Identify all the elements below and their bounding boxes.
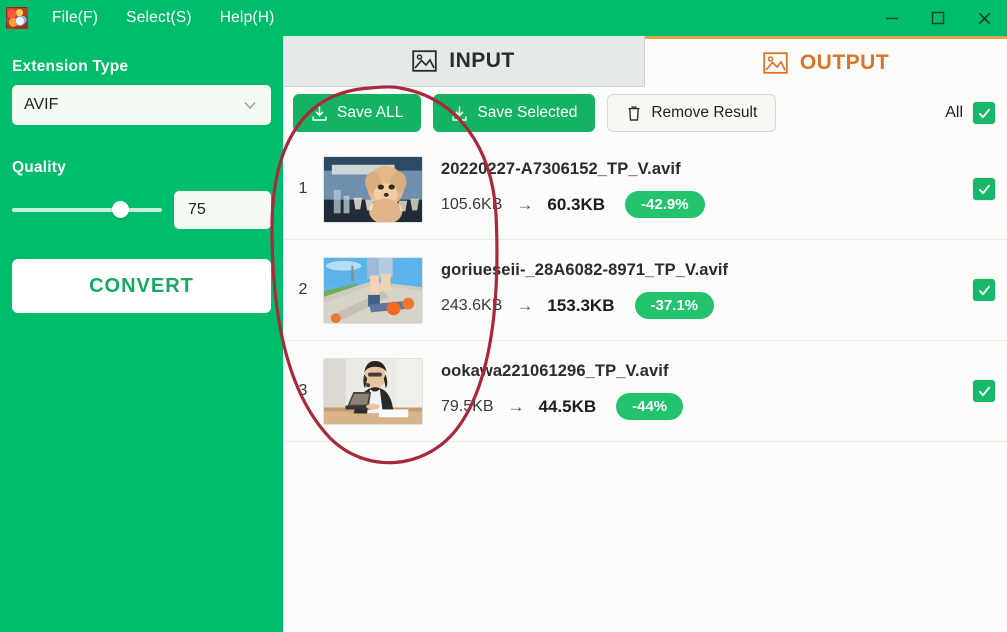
quality-slider-track xyxy=(12,208,162,212)
results-toolbar: Save ALL Save Selected Remove Result All xyxy=(283,87,1007,139)
row-checkbox[interactable] xyxy=(973,380,995,402)
size-before: 79.5KB xyxy=(441,397,494,415)
extension-type-select[interactable]: AVIF xyxy=(12,85,271,125)
tab-output-label: OUTPUT xyxy=(799,51,890,74)
check-icon xyxy=(978,386,990,396)
result-filename: 20220227-A7306152_TP_V.avif xyxy=(441,160,681,178)
row-info: ookawa221061296_TP_V.avif 79.5KB → 44.5K… xyxy=(423,362,973,420)
save-all-button[interactable]: Save ALL xyxy=(293,94,422,132)
settings-sidebar: Extension Type AVIF Quality 75 CONVERT xyxy=(0,36,283,632)
image-icon xyxy=(412,50,437,72)
size-after: 60.3KB xyxy=(547,194,606,214)
select-all-label: All xyxy=(945,104,963,121)
result-filename: ookawa221061296_TP_V.avif xyxy=(441,362,669,380)
table-row[interactable]: 1 20220227-A7306152_TP_V.avif 105.6KB → … xyxy=(283,139,1007,240)
image-icon xyxy=(763,52,788,74)
person-laptop-thumbnail xyxy=(323,357,423,425)
extension-type-label: Extension Type xyxy=(12,58,129,75)
quality-slider[interactable] xyxy=(12,199,162,221)
size-comparison: 105.6KB → 60.3KB -42.9% xyxy=(441,191,973,218)
size-after: 44.5KB xyxy=(538,396,597,416)
select-all-group: All xyxy=(945,102,995,124)
menu-help[interactable]: Help(H) xyxy=(206,4,289,32)
reduction-badge: -44% xyxy=(616,393,684,420)
trash-icon xyxy=(628,105,640,121)
tab-output[interactable]: OUTPUT xyxy=(645,36,1007,87)
row-checkbox-wrap xyxy=(973,178,995,200)
arrow-icon: → xyxy=(507,396,525,416)
row-index: 2 xyxy=(298,281,308,298)
arrow-icon: → xyxy=(516,295,534,315)
menu-file[interactable]: File(F) xyxy=(38,4,112,32)
download-icon xyxy=(312,106,327,121)
quality-label: Quality xyxy=(12,159,66,176)
row-info: goriueseii-_28A6082-8971_TP_V.avif 243.6… xyxy=(423,261,973,319)
window-controls xyxy=(869,0,1007,36)
save-all-label: Save ALL xyxy=(337,104,404,121)
select-all-checkbox[interactable] xyxy=(973,102,995,124)
minimize-button[interactable] xyxy=(869,0,915,36)
convert-button-label: CONVERT xyxy=(89,274,194,297)
table-row[interactable]: 3 ookawa221061296_TP_V.avif 79.5KB → 44.… xyxy=(283,341,1007,442)
title-bar: File(F) Select(S) Help(H) xyxy=(0,0,1007,36)
results-list: 1 20220227-A7306152_TP_V.avif 105.6KB → … xyxy=(283,139,1007,632)
application-window: File(F) Select(S) Help(H) Extension Type… xyxy=(0,0,1007,632)
convert-button[interactable]: CONVERT xyxy=(12,259,271,313)
size-comparison: 79.5KB → 44.5KB -44% xyxy=(441,393,973,420)
size-before: 243.6KB xyxy=(441,296,503,314)
menu-select[interactable]: Select(S) xyxy=(112,4,206,32)
quality-slider-thumb[interactable] xyxy=(111,201,129,218)
maximize-icon xyxy=(931,11,945,25)
row-checkbox[interactable] xyxy=(973,178,995,200)
close-button[interactable] xyxy=(961,0,1007,36)
size-after: 153.3KB xyxy=(547,295,615,315)
minimize-icon xyxy=(886,17,898,20)
tab-input-label: INPUT xyxy=(449,49,515,72)
result-filename: goriueseii-_28A6082-8971_TP_V.avif xyxy=(441,261,729,279)
save-selected-label: Save Selected xyxy=(477,104,578,121)
size-comparison: 243.6KB → 153.3KB -37.1% xyxy=(441,292,973,319)
remove-result-button[interactable]: Remove Result xyxy=(607,94,777,132)
row-index: 3 xyxy=(298,382,308,399)
skateboard-thumbnail xyxy=(323,256,423,324)
reduction-badge: -37.1% xyxy=(634,292,715,319)
save-selected-button[interactable]: Save Selected xyxy=(433,94,596,132)
menu-bar: File(F) Select(S) Help(H) xyxy=(38,4,289,32)
quality-value: 75 xyxy=(188,201,206,218)
tab-bar: INPUT OUTPUT xyxy=(283,36,1007,87)
body: Extension Type AVIF Quality 75 CONVERT I… xyxy=(0,36,1007,632)
arrow-icon: → xyxy=(516,194,534,214)
remove-result-label: Remove Result xyxy=(651,104,758,121)
row-checkbox-wrap xyxy=(973,279,995,301)
quality-control-row: 75 xyxy=(12,191,271,229)
row-index: 1 xyxy=(298,180,308,197)
app-logo-icon xyxy=(6,7,28,29)
reduction-badge: -42.9% xyxy=(625,191,705,218)
table-row[interactable]: 2 goriueseii-_28A6082-8971_TP_V.avif 243… xyxy=(283,240,1007,341)
check-icon xyxy=(978,184,990,194)
dog-thumbnail xyxy=(323,155,423,223)
row-checkbox[interactable] xyxy=(973,279,995,301)
check-icon xyxy=(978,108,990,118)
size-before: 105.6KB xyxy=(441,195,503,213)
extension-type-value: AVIF xyxy=(24,96,59,113)
chevron-down-icon xyxy=(244,101,256,110)
download-icon xyxy=(452,106,467,121)
maximize-button[interactable] xyxy=(915,0,961,36)
row-checkbox-wrap xyxy=(973,380,995,402)
row-info: 20220227-A7306152_TP_V.avif 105.6KB → 60… xyxy=(423,160,973,218)
tab-input[interactable]: INPUT xyxy=(283,36,645,87)
check-icon xyxy=(978,285,990,295)
main-panel: INPUT OUTPUT Save ALL Save Selected Remo… xyxy=(283,36,1007,632)
quality-value-input[interactable]: 75 xyxy=(174,191,271,229)
close-icon xyxy=(978,12,990,24)
